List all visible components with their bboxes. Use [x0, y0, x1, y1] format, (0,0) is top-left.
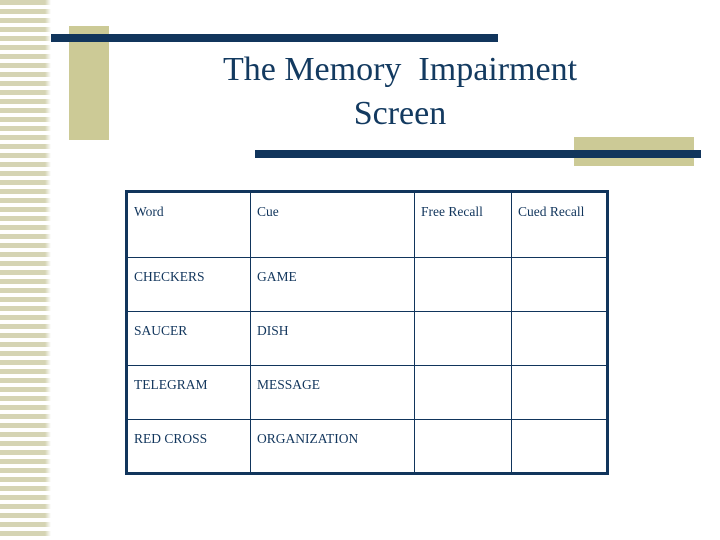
- table-row: RED CROSS ORGANIZATION: [126, 419, 608, 474]
- cell-cued-recall[interactable]: [511, 365, 608, 420]
- header-cell-word: Word: [126, 191, 251, 258]
- cell-cue: GAME: [250, 257, 415, 312]
- cell-word: CHECKERS: [126, 257, 251, 312]
- cell-free-recall[interactable]: [414, 257, 512, 312]
- table-row: SAUCER DISH: [126, 311, 608, 366]
- cell-free-recall[interactable]: [414, 365, 512, 420]
- cell-word: RED CROSS: [126, 419, 251, 474]
- memory-impairment-screen-table: Word Cue Free Recall Cued Recall CHECKER…: [125, 190, 609, 475]
- table-row: CHECKERS GAME: [126, 257, 608, 312]
- cell-free-recall[interactable]: [414, 311, 512, 366]
- header-cell-cued-recall: Cued Recall: [511, 191, 608, 258]
- cell-cue: ORGANIZATION: [250, 419, 415, 474]
- cell-cued-recall[interactable]: [511, 419, 608, 474]
- header-cell-cue: Cue: [250, 191, 415, 258]
- cell-free-recall[interactable]: [414, 419, 512, 474]
- cell-cued-recall[interactable]: [511, 257, 608, 312]
- cell-cue: DISH: [250, 311, 415, 366]
- decorative-stripe-band: [0, 0, 51, 540]
- table-header-row: Word Cue Free Recall Cued Recall: [126, 191, 608, 258]
- header-cell-free-recall: Free Recall: [414, 191, 512, 258]
- slide-canvas: The Memory Impairment Screen Word Cue Fre…: [0, 0, 720, 540]
- slide-title: The Memory Impairment Screen: [120, 48, 680, 136]
- cell-word: TELEGRAM: [126, 365, 251, 420]
- decorative-navy-bar-top: [51, 34, 498, 42]
- slide-title-line-1: The Memory Impairment: [222, 51, 578, 88]
- table-row: TELEGRAM MESSAGE: [126, 365, 608, 420]
- cell-word: SAUCER: [126, 311, 251, 366]
- cell-cue: MESSAGE: [250, 365, 415, 420]
- decorative-navy-bar-bottom: [255, 150, 701, 158]
- cell-cued-recall[interactable]: [511, 311, 608, 366]
- slide-title-line-2: Screen: [353, 95, 447, 132]
- decorative-beige-block-left: [69, 26, 109, 140]
